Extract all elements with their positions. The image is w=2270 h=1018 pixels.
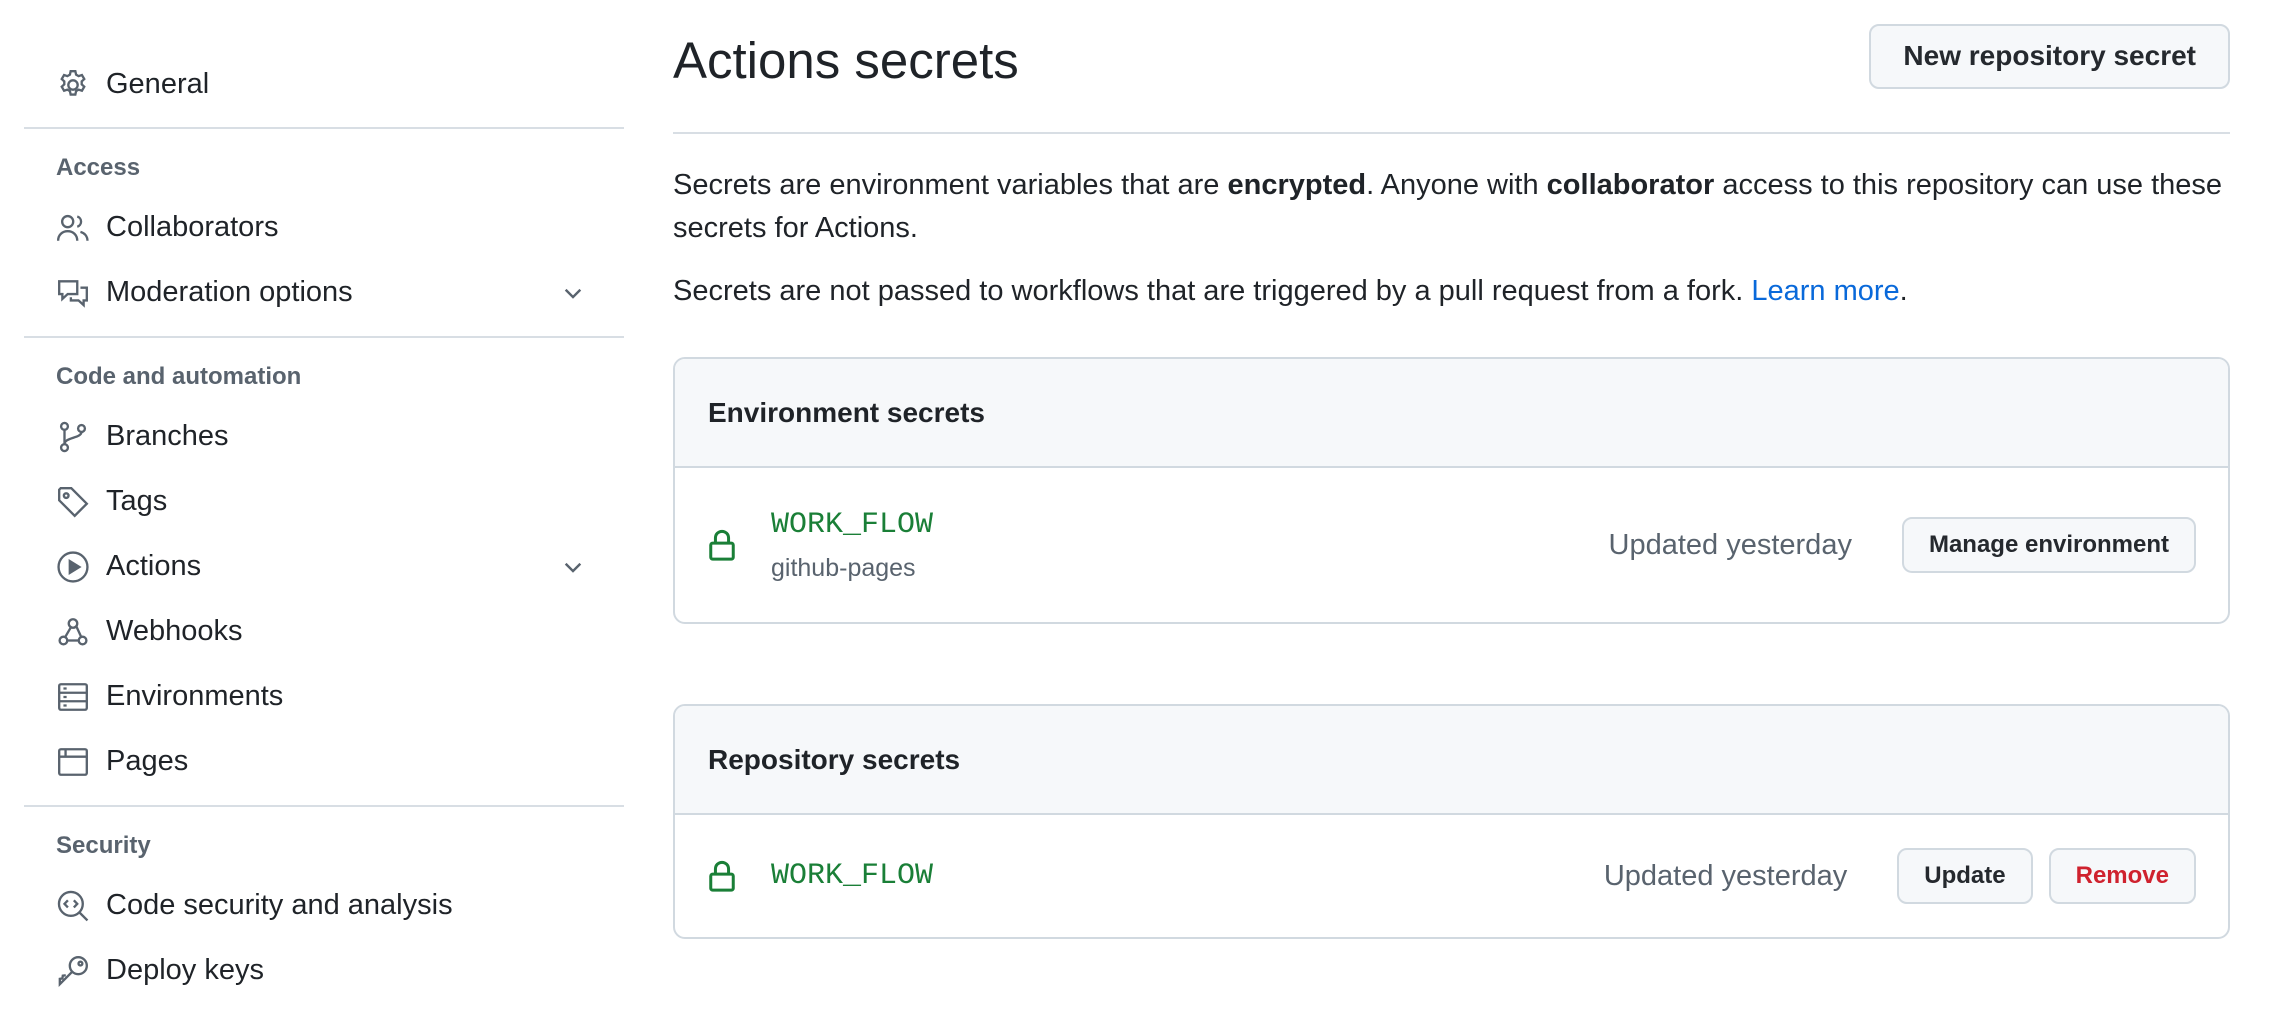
description-text: . Anyone with [1366, 169, 1547, 201]
new-repository-secret-button[interactable]: New repository secret [1869, 23, 2230, 89]
sidebar-item-label: Tags [106, 485, 168, 517]
sidebar-item-deploy-keys[interactable]: Deploy keys [24, 938, 624, 1003]
sidebar-item-actions[interactable]: Actions [24, 534, 624, 599]
server-icon [56, 680, 90, 714]
main-content: Actions secrets New repository secret Se… [673, 0, 2230, 939]
environment-secrets-box: Environment secrets WORK_FLOW github-pag… [673, 357, 2230, 624]
environment-secret-row: WORK_FLOW github-pages Updated yesterday… [675, 468, 2228, 622]
page-header: Actions secrets New repository secret [673, 0, 2230, 134]
sidebar-item-collaborators[interactable]: Collaborators [24, 195, 624, 260]
fork-note: Secrets are not passed to workflows that… [673, 270, 2230, 313]
secret-updated-time: Updated yesterday [1603, 859, 1848, 892]
secret-info: WORK_FLOW [771, 859, 1604, 893]
codescan-icon [56, 889, 90, 923]
secret-name: WORK_FLOW [771, 859, 934, 893]
sidebar-heading-security: Security [56, 831, 151, 859]
lock-icon [707, 859, 737, 893]
secret-updated-time: Updated yesterday [1608, 528, 1852, 561]
repository-secrets-box: Repository secrets WORK_FLOW Updated yes… [673, 704, 2230, 939]
settings-sidebar: General Access Collaborators Moderation … [24, 0, 624, 1003]
sidebar-item-label: Pages [106, 745, 189, 777]
comment-discussion-icon [56, 276, 90, 310]
learn-more-link[interactable]: Learn more [1751, 275, 1899, 307]
webhook-icon [56, 615, 90, 649]
sidebar-item-label: Actions [106, 550, 202, 582]
sidebar-item-tags[interactable]: Tags [24, 469, 624, 534]
browser-icon [56, 745, 90, 779]
fork-note-end: . [1899, 275, 1908, 307]
chevron-down-icon[interactable] [558, 278, 588, 308]
repository-secret-row: WORK_FLOW Updated yesterday Update Remov… [675, 815, 2228, 937]
sidebar-item-code-security[interactable]: Code security and analysis [24, 873, 624, 938]
sidebar-item-label: Branches [106, 420, 229, 452]
key-icon [56, 954, 90, 988]
sidebar-item-label: Webhooks [106, 615, 243, 647]
play-icon [56, 550, 90, 584]
page-title: Actions secrets [673, 31, 1019, 89]
chevron-down-icon[interactable] [558, 552, 588, 582]
sidebar-heading-code-automation: Code and automation [56, 362, 302, 390]
fork-note-text: Secrets are not passed to workflows that… [673, 275, 1752, 307]
lock-icon [707, 528, 737, 562]
sidebar-item-webhooks[interactable]: Webhooks [24, 599, 624, 664]
people-icon [56, 211, 90, 245]
secret-environment-name: github-pages [771, 553, 916, 582]
gear-icon [56, 68, 90, 102]
description-text: Secrets are environment variables that a… [673, 169, 1228, 201]
sidebar-item-label: Deploy keys [106, 954, 264, 986]
sidebar-heading-access: Access [56, 153, 141, 181]
repository-secrets-heading: Repository secrets [675, 706, 2228, 815]
sidebar-item-general[interactable]: General [24, 52, 624, 117]
remove-secret-button[interactable]: Remove [2048, 848, 2196, 904]
sidebar-divider [24, 336, 624, 338]
secrets-description: Secrets are environment variables that a… [673, 164, 2230, 250]
description-bold-collaborator: collaborator [1546, 169, 1715, 201]
secret-info: WORK_FLOW github-pages [771, 508, 1609, 583]
sidebar-item-environments[interactable]: Environments [24, 664, 624, 729]
sidebar-divider [24, 805, 624, 807]
sidebar-item-label: Moderation options [106, 276, 353, 308]
sidebar-item-label: Code security and analysis [106, 889, 453, 921]
manage-environment-button[interactable]: Manage environment [1901, 517, 2196, 573]
sidebar-item-moderation-options[interactable]: Moderation options [24, 260, 624, 325]
tag-icon [56, 485, 90, 519]
update-secret-button[interactable]: Update [1897, 848, 2033, 904]
description-bold-encrypted: encrypted [1227, 169, 1367, 201]
sidebar-item-label: General [106, 68, 210, 100]
environment-secrets-heading: Environment secrets [675, 359, 2228, 468]
sidebar-item-pages[interactable]: Pages [24, 729, 624, 794]
secret-name: WORK_FLOW [771, 507, 934, 542]
sidebar-item-label: Collaborators [106, 211, 279, 243]
git-branch-icon [56, 420, 90, 454]
sidebar-item-label: Environments [106, 680, 284, 712]
sidebar-divider [24, 127, 624, 129]
sidebar-item-branches[interactable]: Branches [24, 404, 624, 469]
